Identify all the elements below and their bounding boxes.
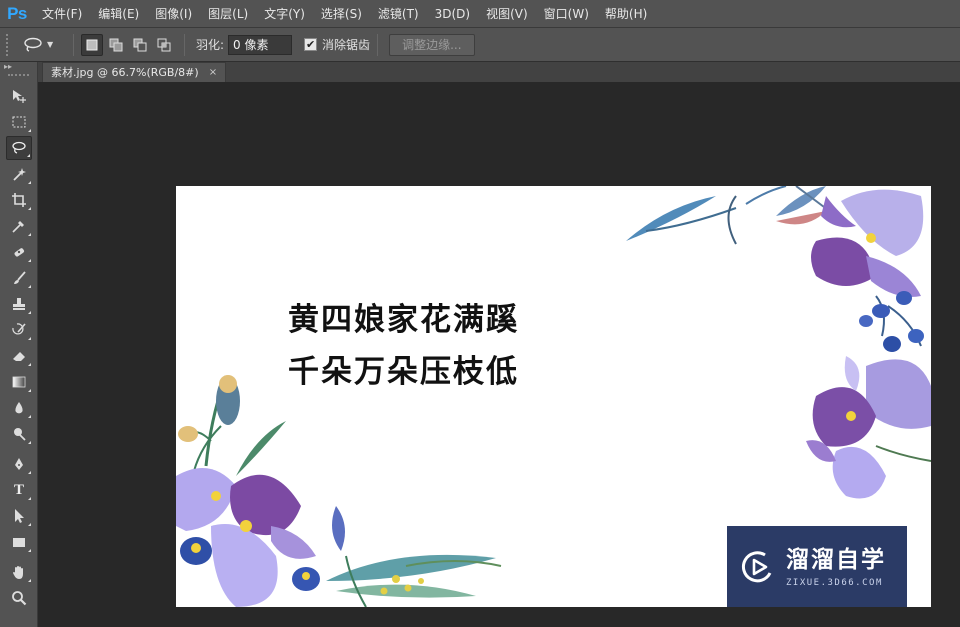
menu-help[interactable]: 帮助(H) [597, 0, 655, 28]
divider [377, 33, 379, 56]
add-selection-button[interactable] [105, 34, 127, 56]
clone-stamp-tool[interactable] [6, 292, 32, 316]
menu-select[interactable]: 选择(S) [313, 0, 370, 28]
eyedropper-tool[interactable] [6, 214, 32, 238]
document-tab-bar: 素材.jpg @ 66.7%(RGB/8#) × [38, 62, 960, 82]
new-selection-icon [86, 39, 98, 50]
hand-icon [13, 566, 23, 579]
marquee-tool[interactable] [6, 110, 32, 134]
stamp-icon [13, 298, 25, 310]
history-brush-tool[interactable] [6, 318, 32, 342]
feather-input[interactable]: 0 像素 [228, 34, 293, 55]
options-bar: ▼ 羽化: 0 像素 ✔ 消除锯齿 调整边缘... [0, 28, 960, 62]
menu-3d[interactable]: 3D(D) [427, 0, 478, 28]
gradient-tool[interactable] [6, 370, 32, 394]
type-icon: T [13, 481, 24, 498]
magic-wand-icon [13, 168, 26, 181]
options-bar-grip[interactable] [6, 33, 14, 56]
tool-preset-picker[interactable]: ▼ [22, 33, 66, 57]
watermark-title: 溜溜自学 [786, 546, 886, 573]
brush-icon [14, 271, 26, 284]
watermark-badge: 溜溜自学 ZIXUE.3D66.COM [727, 526, 907, 607]
menu-filter[interactable]: 滤镜(T) [370, 0, 427, 28]
menu-layer[interactable]: 图层(L) [200, 0, 256, 28]
crop-icon [12, 193, 26, 207]
menu-edit[interactable]: 编辑(E) [90, 0, 147, 28]
checkmark-icon: ✔ [305, 38, 316, 51]
document-tab[interactable]: 素材.jpg @ 66.7%(RGB/8#) × [42, 62, 227, 83]
history-brush-icon [12, 323, 26, 335]
magnifier-icon [12, 591, 27, 606]
play-logo-icon [741, 550, 772, 582]
antialias-checkbox[interactable]: ✔ [304, 38, 318, 51]
bandage-icon [14, 248, 25, 257]
divider [73, 33, 74, 56]
intersect-selection-button[interactable] [153, 34, 175, 56]
subtract-selection-button[interactable] [129, 34, 151, 56]
eraser-icon [13, 352, 25, 361]
photoshop-logo: Ps [7, 3, 27, 23]
eraser-tool[interactable] [6, 344, 32, 368]
add-selection-icon [109, 38, 123, 51]
document-canvas[interactable]: 黄四娘家花满蹊 千朵万朵压枝低 溜溜自学 ZIXUE.3D66.COM [176, 186, 931, 607]
dodge-tool[interactable] [6, 422, 32, 446]
lasso-icon [24, 37, 42, 52]
toolbox-grip[interactable] [8, 74, 29, 78]
pen-tool[interactable] [6, 452, 32, 476]
new-selection-button[interactable] [81, 33, 103, 56]
poem-line-1: 黄四娘家花满蹊 [288, 302, 519, 338]
watermark-subtitle: ZIXUE.3D66.COM [786, 577, 883, 588]
refine-edge-button[interactable]: 调整边缘... [389, 33, 475, 56]
menu-file[interactable]: 文件(F) [34, 0, 90, 28]
magic-wand-tool[interactable] [6, 162, 32, 186]
lasso-icon [12, 141, 26, 154]
toolbox-collapse-icon[interactable]: ▸▸ [0, 62, 37, 72]
rectangle-tool[interactable] [6, 530, 32, 554]
menu-image[interactable]: 图像(I) [147, 0, 200, 28]
chevron-down-icon: ▼ [47, 40, 54, 49]
arrow-icon [15, 509, 24, 523]
zoom-tool[interactable] [6, 586, 32, 610]
poem-line-2: 千朵万朵压枝低 [288, 354, 519, 390]
rectangle-icon [13, 538, 25, 547]
eyedropper-icon [12, 221, 24, 233]
blur-tool[interactable] [6, 396, 32, 420]
pen-icon [15, 458, 23, 470]
document-tab-title: 素材.jpg @ 66.7%(RGB/8#) [51, 65, 199, 79]
brush-tool[interactable] [6, 266, 32, 290]
menu-view[interactable]: 视图(V) [478, 0, 536, 28]
type-tool[interactable]: T [6, 478, 32, 502]
intersect-selection-icon [157, 38, 171, 51]
crop-tool[interactable] [6, 188, 32, 212]
menu-bar: Ps 文件(F) 编辑(E) 图像(I) 图层(L) 文字(Y) 选择(S) 滤… [0, 0, 960, 28]
toolbox: ▸▸ T [0, 62, 38, 627]
divider [184, 33, 185, 56]
path-selection-tool[interactable] [6, 504, 32, 528]
gradient-icon [12, 376, 26, 388]
move-icon [13, 90, 26, 103]
hand-tool[interactable] [6, 560, 32, 584]
dodge-icon [14, 428, 26, 441]
feather-label: 羽化: [196, 38, 225, 52]
healing-brush-tool[interactable] [6, 240, 32, 264]
subtract-selection-icon [133, 38, 147, 51]
antialias-label: 消除锯齿 [322, 38, 371, 52]
lasso-tool[interactable] [6, 136, 32, 160]
menu-type[interactable]: 文字(Y) [256, 0, 313, 28]
menu-window[interactable]: 窗口(W) [536, 0, 597, 28]
close-icon[interactable]: × [209, 63, 217, 83]
marquee-icon [12, 116, 26, 128]
droplet-icon [15, 402, 23, 414]
move-tool[interactable] [6, 84, 32, 108]
